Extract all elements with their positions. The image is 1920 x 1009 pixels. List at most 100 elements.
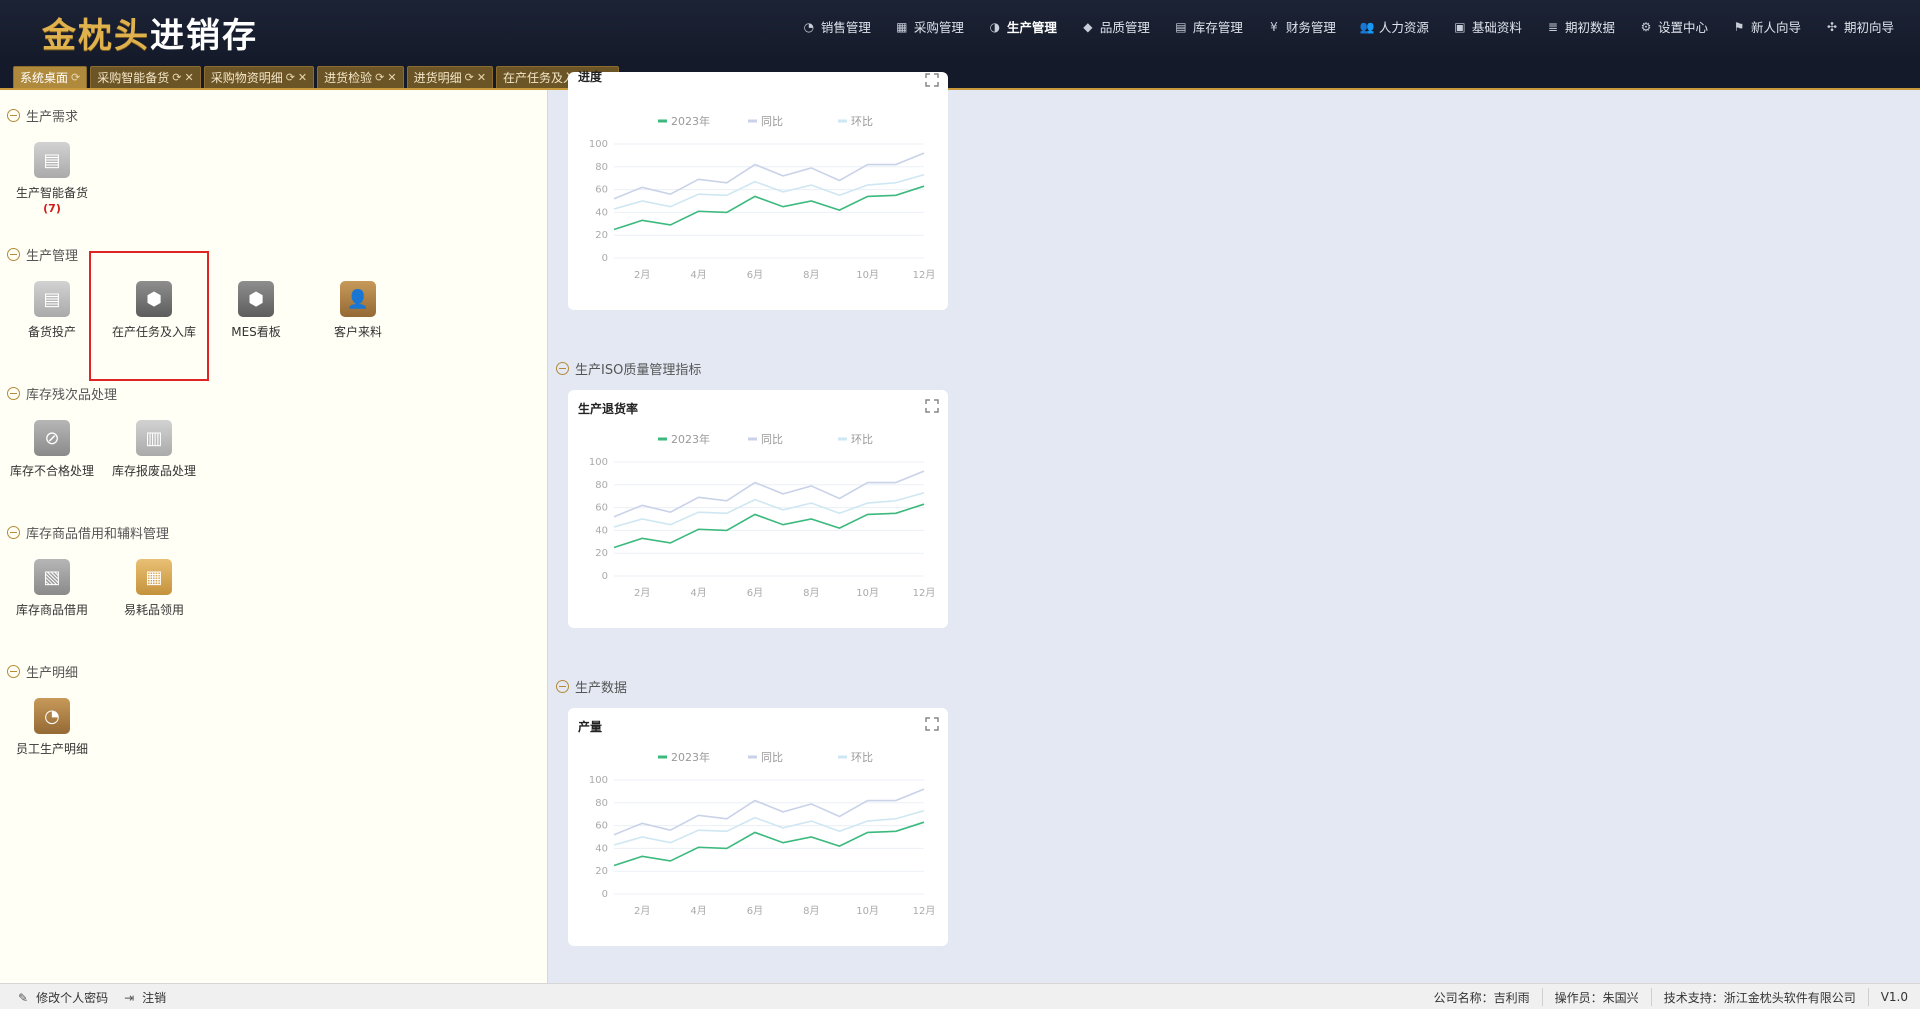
nav-label: 财务管理 [1285,20,1336,35]
nav-label: 销售管理 [820,20,871,35]
tile-employee-detail[interactable]: ◔ 员工生产明细 [7,698,97,757]
close-icon[interactable]: ✕ [298,71,307,84]
tile-stock-production[interactable]: ▤ 备货投产 [7,281,97,340]
tile-borrow[interactable]: ▧ 库存商品借用 [7,559,97,618]
tile-scrap[interactable]: ▥ 库存报废品处理 [109,420,199,479]
collapse-icon[interactable] [7,109,20,122]
refresh-icon[interactable]: ⟳ [172,71,181,84]
collapse-icon[interactable] [7,665,20,678]
nav-item-5[interactable]: ¥ 财务管理 [1267,17,1336,36]
section-production-detail[interactable]: 生产明细 [7,662,78,681]
x-tick-label: 4月 [690,905,706,917]
tile-smart-stock-prep[interactable]: ▤ 生产智能备货 (7) [7,142,97,215]
y-tick-label: 0 [602,253,608,264]
x-tick-label: 6月 [747,905,763,917]
x-tick-label: 8月 [803,587,819,599]
version-label: V1.0 [1867,988,1920,1006]
legend-label: 2023年 [671,114,710,128]
section-defective-stock[interactable]: 库存残次品处理 [7,384,117,403]
nav-item-7[interactable]: ▣ 基础资料 [1453,17,1522,36]
nav-item-6[interactable]: 👥 人力资源 [1360,17,1429,36]
section-borrow-consumables[interactable]: 库存商品借用和辅料管理 [7,523,169,542]
change-password-button[interactable]: ✎ 修改个人密码 [18,989,108,1006]
collapse-icon[interactable] [7,526,20,539]
legend-label: 同比 [761,751,783,764]
legend-label: 环比 [851,433,873,446]
refresh-icon[interactable]: ⟳ [465,71,474,84]
tab-label: 采购物资明细 [210,71,283,85]
group-iso-quality[interactable]: 生产ISO质量管理指标 [556,359,701,378]
close-icon[interactable]: ✕ [387,71,396,84]
tile-label: 员工生产明细 [15,742,88,756]
tile-customer-material[interactable]: 👤 客户来料 [313,281,403,340]
x-tick-label: 12月 [913,269,936,281]
tab-4[interactable]: 进货明细 ⟳ ✕ [406,66,494,88]
nav-label: 品质管理 [1099,20,1150,35]
y-tick-label: 40 [595,207,608,218]
nonconforming-icon: ⊘ [34,420,70,456]
tab-3[interactable]: 进货检验 ⟳ ✕ [317,66,404,88]
x-tick-label: 4月 [690,587,706,599]
nav-item-11[interactable]: ✣ 期初向导 [1825,17,1894,36]
nav-item-4[interactable]: ▤ 库存管理 [1174,17,1243,36]
logout-button[interactable]: ⇥ 注销 [124,989,166,1006]
tile-label: 库存商品借用 [15,603,88,617]
y-tick-label: 80 [595,798,608,809]
y-tick-label: 100 [589,457,608,468]
logout-label: 注销 [142,991,167,1005]
section-title: 生产需求 [26,110,79,125]
chart-card-output: 产量 2023年 同比 环比 0 20 40 60 80 100 2月 4月 6月 8月 10月 12月 [568,708,948,946]
nav-item-1[interactable]: ▦ 采购管理 [895,17,964,36]
close-icon[interactable]: ✕ [184,71,193,84]
y-tick-label: 0 [602,571,608,582]
legend-label: 环比 [851,115,873,128]
inventory-icon: ▤ [1175,19,1187,34]
collapse-icon[interactable] [7,248,20,261]
nav-item-0[interactable]: ◔ 销售管理 [802,17,871,36]
refresh-icon[interactable]: ⟳ [375,71,384,84]
nav-label: 期初数据 [1564,20,1615,35]
section-title: 生产管理 [26,249,79,264]
scrap-icon: ▥ [136,420,172,456]
x-tick-label: 2月 [634,587,650,599]
series-line [613,821,925,867]
nav-label: 设置中心 [1657,20,1708,35]
tile-mes-board[interactable]: ⬢ MES看板 [211,281,301,340]
tab-1[interactable]: 采购智能备货 ⟳ ✕ [90,66,201,88]
refresh-icon[interactable]: ⟳ [286,71,295,84]
y-tick-label: 100 [589,775,608,786]
y-tick-label: 60 [595,821,608,832]
collapse-icon[interactable] [556,362,569,375]
nav-item-3[interactable]: ◆ 品质管理 [1081,17,1150,36]
x-tick-label: 10月 [856,269,879,281]
nav-item-2[interactable]: ◑ 生产管理 [988,17,1057,36]
close-icon[interactable]: ✕ [477,71,486,84]
section-production-demand[interactable]: 生产需求 [7,106,78,125]
legend-label: 同比 [761,433,783,446]
collapse-icon[interactable] [7,387,20,400]
tab-2[interactable]: 采购物资明细 ⟳ ✕ [203,66,315,88]
section-production-management[interactable]: 生产管理 [7,245,78,264]
tab-0[interactable]: 系统桌面 ⟳ [13,66,88,88]
initial-guide-icon: ✣ [1826,19,1838,34]
y-tick-label: 40 [595,525,608,536]
x-tick-label: 8月 [803,269,819,281]
nav-label: 生产管理 [1006,20,1057,35]
group-production-data[interactable]: 生产数据 [556,677,627,696]
y-tick-label: 20 [595,230,608,241]
nav-item-10[interactable]: ⚑ 新人向导 [1732,17,1801,36]
series-line [613,470,925,518]
tab-label: 采购智能备货 [97,71,170,85]
series-line [613,788,925,836]
nav-item-9[interactable]: ⚙ 设置中心 [1639,17,1708,36]
nav-item-8[interactable]: ≣ 期初数据 [1546,17,1615,36]
refresh-icon[interactable]: ⟳ [71,71,80,84]
y-tick-label: 60 [595,185,608,196]
collapse-icon[interactable] [556,680,569,693]
x-tick-label: 2月 [634,905,650,917]
tile-nonconforming[interactable]: ⊘ 库存不合格处理 [7,420,97,479]
logo-product: 进销存 [150,15,258,56]
legend-label: 同比 [761,115,783,128]
tile-consumables[interactable]: ▦ 易耗品领用 [109,559,199,618]
logout-icon: ⇥ [124,990,135,1005]
